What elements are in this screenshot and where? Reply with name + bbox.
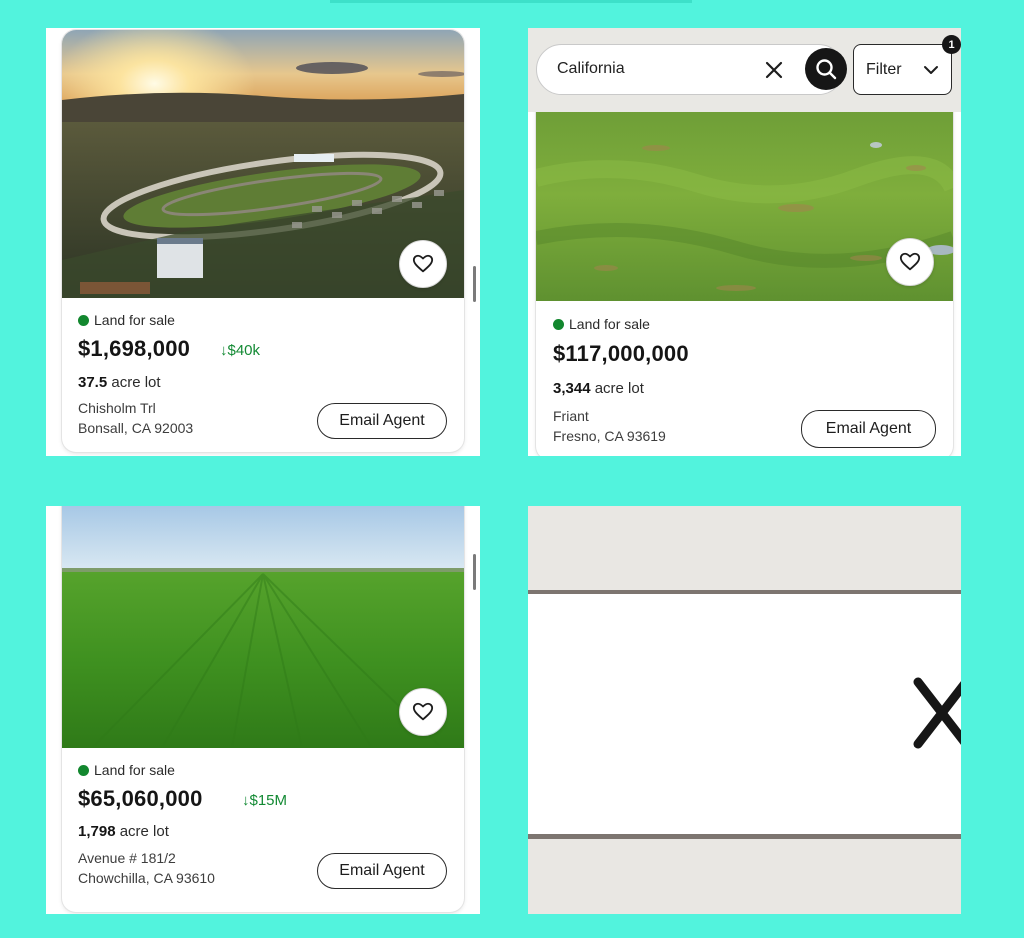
price: $1,698,000 (78, 336, 191, 361)
address-city: Bonsall, CA 92003 (78, 420, 194, 436)
listing-panel-3: Land for sale $65,060,000 ↓$15M 1,798 ac… (46, 506, 480, 914)
chevron-down-icon (924, 66, 938, 74)
favorite-button[interactable] (399, 688, 447, 736)
scrollbar-thumb[interactable] (473, 554, 476, 590)
lot-suffix: acre lot (590, 380, 644, 397)
lot-acres: 1,798 (78, 823, 116, 840)
filter-button[interactable]: Filter (853, 44, 952, 95)
email-agent-button[interactable]: Email Agent (801, 410, 936, 448)
listing-card[interactable]: Land for sale $1,698,000 ↓$40k 37.5 acre… (62, 30, 464, 452)
search-bar: California Filter 1 (528, 28, 961, 112)
status-badge: Land for sale (78, 762, 175, 778)
search-input-value: California (557, 60, 625, 77)
status-dot-icon (78, 764, 89, 776)
zoomed-close-panel (528, 506, 961, 914)
favorite-button[interactable] (399, 240, 447, 288)
status-label: Land for sale (569, 316, 650, 332)
top-edge-strip (330, 0, 692, 3)
address: Friant Fresno, CA 93619 (553, 406, 666, 446)
zoomed-field (528, 594, 961, 836)
filter-label: Filter (866, 60, 902, 78)
email-agent-button[interactable]: Email Agent (317, 853, 447, 889)
address-street: Chisholm Trl (78, 400, 156, 416)
lot-size: 1,798 acre lot (78, 823, 169, 840)
status-label: Land for sale (94, 762, 175, 778)
search-input[interactable]: California (536, 44, 847, 95)
price: $65,060,000 (78, 786, 203, 811)
lot-suffix: acre lot (115, 823, 169, 840)
price: $117,000,000 (553, 341, 689, 366)
address-city: Fresno, CA 93619 (553, 428, 666, 444)
lot-size: 3,344 acre lot (553, 380, 644, 397)
scrollbar-thumb[interactable] (473, 266, 476, 302)
listing-card[interactable]: Land for sale $65,060,000 ↓$15M 1,798 ac… (62, 506, 464, 912)
status-badge: Land for sale (78, 312, 175, 328)
email-agent-button[interactable]: Email Agent (317, 403, 447, 439)
heart-outline-icon (899, 252, 921, 271)
close-icon[interactable] (763, 59, 785, 81)
lot-suffix: acre lot (107, 374, 161, 391)
filter-count-badge: 1 (942, 35, 961, 54)
lot-size: 37.5 acre lot (78, 374, 161, 391)
address: Chisholm Trl Bonsall, CA 92003 (78, 398, 193, 438)
address-street: Avenue # 181/2 (78, 850, 176, 866)
price-drop: ↓$40k (220, 342, 261, 359)
heart-outline-icon (412, 702, 434, 721)
lot-acres: 3,344 (553, 380, 591, 397)
favorite-button[interactable] (886, 238, 934, 286)
search-icon (816, 59, 837, 80)
lot-acres: 37.5 (78, 374, 108, 391)
address-city: Chowchilla, CA 93610 (78, 870, 215, 886)
address: Avenue # 181/2 Chowchilla, CA 93610 (78, 848, 215, 888)
address-street: Friant (553, 408, 589, 424)
status-label: Land for sale (94, 312, 175, 328)
price-drop: ↓$15M (242, 792, 288, 809)
listing-card[interactable]: Land for sale $117,000,000 3,344 acre lo… (536, 88, 953, 456)
divider (528, 834, 961, 839)
status-dot-icon (78, 314, 89, 326)
close-icon[interactable] (912, 674, 961, 754)
heart-outline-icon (412, 254, 434, 273)
status-badge: Land for sale (553, 316, 650, 332)
status-dot-icon (553, 318, 564, 330)
listing-panel-1: Land for sale $1,698,000 ↓$40k 37.5 acre… (46, 28, 480, 456)
search-button[interactable] (805, 48, 847, 90)
listing-panel-2: Land for sale $117,000,000 3,344 acre lo… (528, 28, 961, 456)
